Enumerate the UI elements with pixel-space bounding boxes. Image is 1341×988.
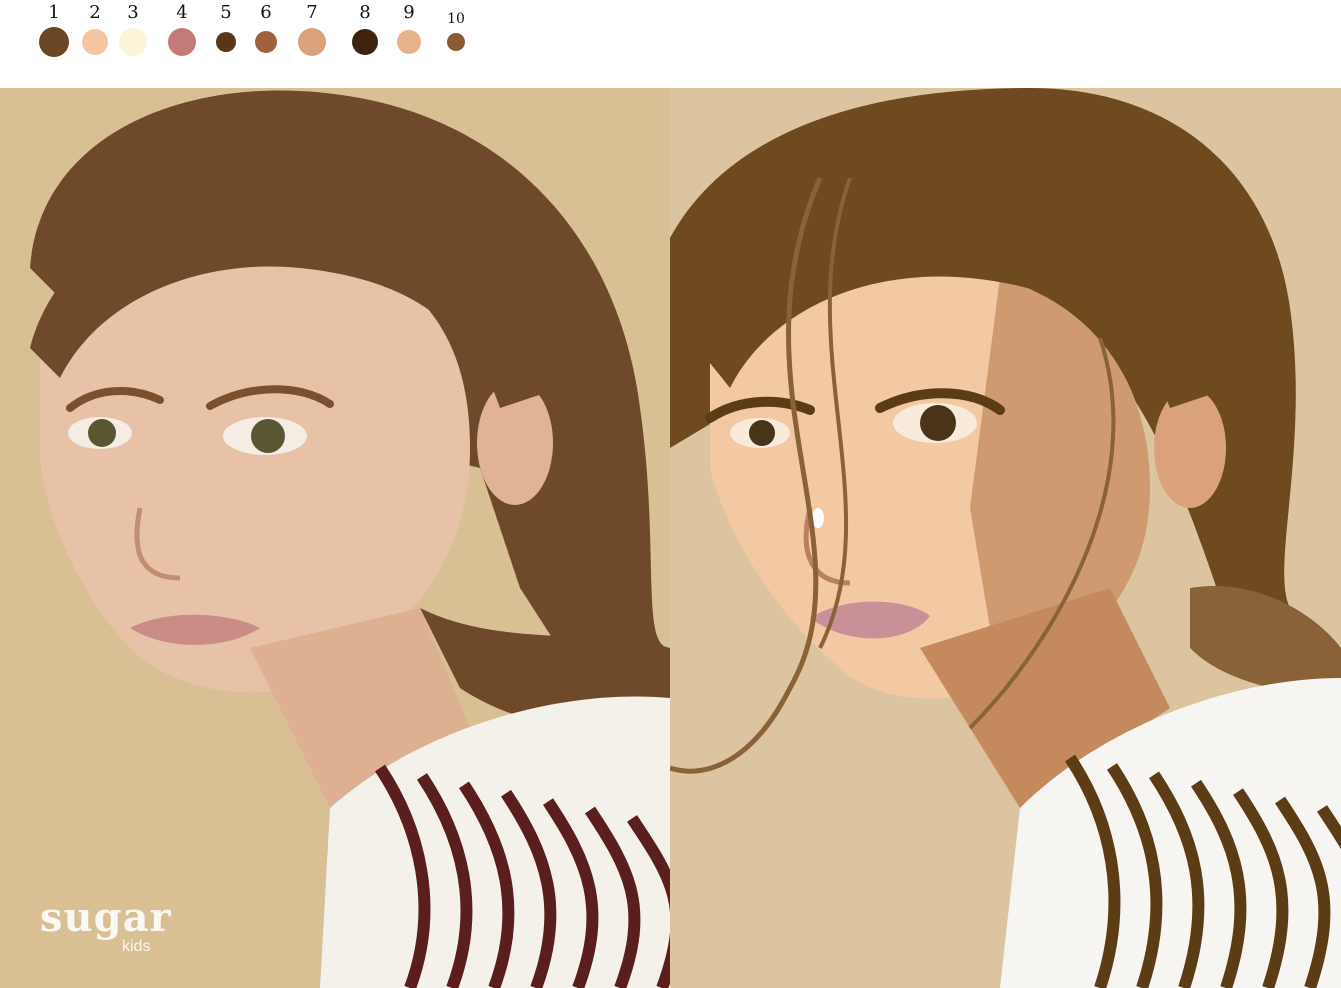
swatch-number-8: 8 — [359, 2, 371, 23]
swatch-number-9: 9 — [403, 2, 415, 23]
color-swatch-1 — [39, 27, 69, 57]
swatch-number-6: 6 — [260, 2, 272, 23]
swatch-number-5: 5 — [220, 2, 232, 23]
illustration-drawing — [670, 88, 1341, 988]
illustration-artwork — [670, 88, 1341, 988]
color-swatch-4 — [168, 28, 196, 56]
color-swatch-2 — [82, 29, 108, 55]
color-swatch-7 — [298, 28, 326, 56]
color-swatch-3 — [119, 28, 147, 56]
color-swatch-9 — [397, 30, 421, 54]
swatch-number-2: 2 — [89, 2, 101, 23]
color-swatch-5 — [216, 32, 236, 52]
swatch-number-4: 4 — [176, 2, 188, 23]
color-swatch-6 — [255, 31, 277, 53]
swatch-number-10: 10 — [447, 11, 465, 27]
swatch-number-7: 7 — [306, 2, 318, 23]
color-swatch-8 — [352, 29, 378, 55]
color-palette: 1 2 3 4 5 6 7 8 9 10 — [0, 0, 1341, 88]
swatch-number-3: 3 — [127, 2, 139, 23]
color-swatch-10 — [447, 33, 465, 51]
reference-photo-illustration — [0, 88, 670, 988]
swatch-number-1: 1 — [48, 2, 60, 23]
reference-photo: sugar kids — [0, 88, 670, 988]
